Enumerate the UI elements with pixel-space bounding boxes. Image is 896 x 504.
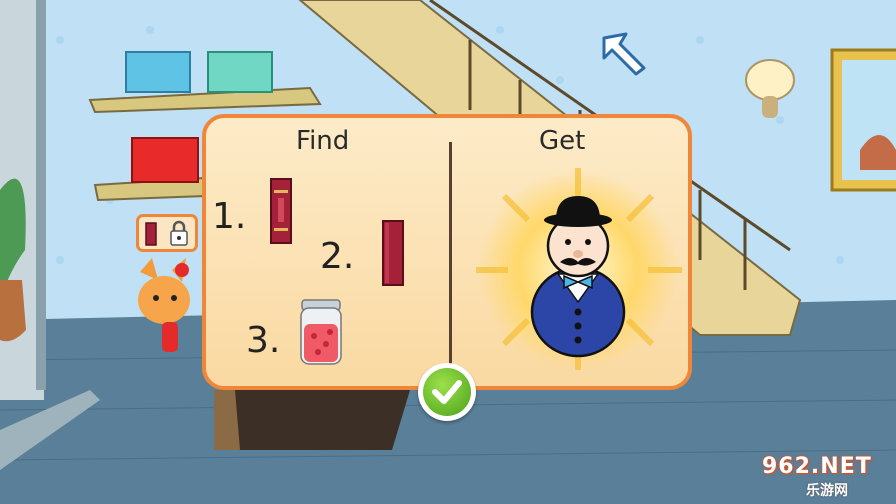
confirm-button[interactable] — [418, 363, 476, 421]
red-book-icon — [145, 222, 157, 246]
dialog-divider — [449, 142, 452, 368]
site-watermark-logo: 962.NET 乐游网 — [762, 454, 890, 500]
jam-jar-icon — [300, 299, 342, 365]
red-book-icon — [270, 178, 292, 244]
find-heading: Find — [296, 126, 350, 156]
back-arrow-icon[interactable] — [598, 30, 650, 78]
checkmark-icon — [432, 380, 462, 404]
item-number-2: 2. — [320, 236, 355, 277]
padlock-icon — [170, 220, 188, 246]
item-number-1: 1. — [212, 196, 247, 237]
red-book-icon — [382, 220, 404, 286]
locked-item-slot[interactable] — [136, 214, 198, 252]
gentleman-toy-icon — [476, 168, 682, 370]
watermark-brand: 962.NET — [762, 454, 872, 479]
get-heading: Get — [539, 126, 586, 156]
task-dialog: Find Get 1. 2. 3. — [202, 114, 692, 390]
item-number-3: 3. — [246, 320, 281, 361]
watermark-subtitle: 乐游网 — [806, 483, 848, 499]
